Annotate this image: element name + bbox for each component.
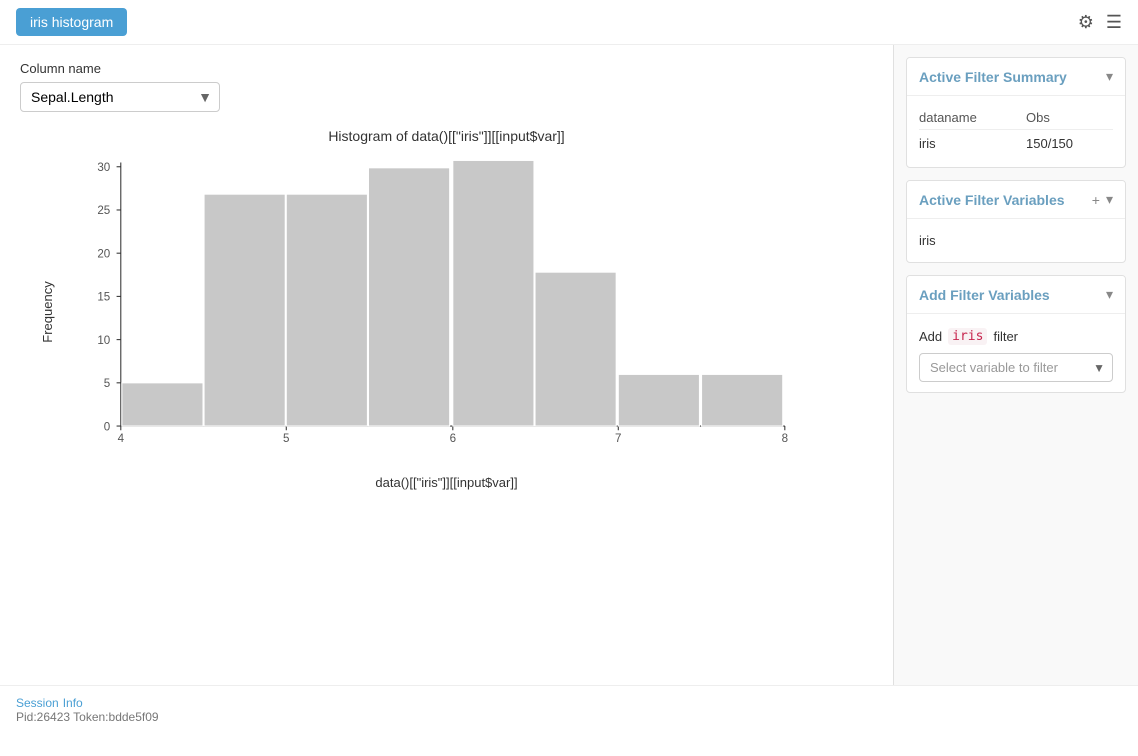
- main-layout: Column name Sepal.Length Sepal.Width Pet…: [0, 45, 1138, 685]
- active-filter-variables-body: iris: [907, 219, 1125, 262]
- col-obs: Obs: [1026, 106, 1113, 130]
- session-info-row: Session Info: [16, 696, 1122, 710]
- svg-text:15: 15: [97, 292, 110, 304]
- column-dropdown-wrapper: Sepal.Length Sepal.Width Petal.Length Pe…: [20, 82, 220, 112]
- svg-text:25: 25: [97, 205, 110, 217]
- chart-panel: Column name Sepal.Length Sepal.Width Pet…: [0, 45, 893, 685]
- chart-title: Histogram of data()[["iris"]][[input$var…: [47, 128, 847, 144]
- active-filter-summary-header: Active Filter Summary ▾: [907, 58, 1125, 96]
- menu-icon[interactable]: ☰: [1106, 12, 1122, 33]
- active-filter-variables-title: Active Filter Variables: [919, 192, 1065, 208]
- header-icons: ⚙ ☰: [1078, 12, 1122, 33]
- variable-select-wrapper: Select variable to filter ▼: [919, 353, 1113, 382]
- table-row: iris 150/150: [919, 130, 1113, 158]
- app-header: iris histogram ⚙ ☰: [0, 0, 1138, 45]
- svg-text:10: 10: [97, 335, 110, 347]
- add-filter-variables-body: Add iris filter Select variable to filte…: [907, 314, 1125, 392]
- plus-icon[interactable]: +: [1092, 192, 1100, 208]
- svg-text:20: 20: [97, 248, 110, 260]
- column-dropdown[interactable]: Sepal.Length Sepal.Width Petal.Length Pe…: [20, 82, 220, 112]
- add-filter-variables-header: Add Filter Variables ▾: [907, 276, 1125, 314]
- active-filter-summary-body: dataname Obs iris 150/150: [907, 96, 1125, 167]
- iris-code-badge: iris: [948, 328, 987, 345]
- x-axis-label: data()[["iris"]][[input$var]]: [47, 475, 847, 490]
- session-link[interactable]: Session: [16, 696, 59, 710]
- add-filter-row: Add iris filter: [919, 324, 1113, 353]
- app-title-button[interactable]: iris histogram: [16, 8, 127, 36]
- svg-text:0: 0: [103, 421, 109, 433]
- row-obs: 150/150: [1026, 130, 1113, 158]
- histogram-svg: 0 5 10 15 20 25: [47, 152, 827, 468]
- gear-icon[interactable]: ⚙: [1078, 12, 1094, 33]
- info-link[interactable]: Info: [63, 696, 83, 710]
- chart-container: Histogram of data()[["iris"]][[input$var…: [47, 128, 847, 490]
- svg-text:6: 6: [449, 433, 455, 445]
- active-filter-variables-header: Active Filter Variables + ▾: [907, 181, 1125, 219]
- footer: Session Info Pid:26423 Token:bdde5f09: [0, 685, 1138, 745]
- active-filter-variables-card: Active Filter Variables + ▾ iris: [906, 180, 1126, 263]
- active-filter-summary-title: Active Filter Summary: [919, 69, 1067, 85]
- filter-summary-table: dataname Obs iris 150/150: [919, 106, 1113, 157]
- add-filter-variables-card: Add Filter Variables ▾ Add iris filter S…: [906, 275, 1126, 393]
- svg-text:4: 4: [117, 433, 124, 445]
- svg-text:7: 7: [615, 433, 621, 445]
- y-axis-label: Frequency: [40, 281, 55, 342]
- variable-select[interactable]: Select variable to filter: [919, 353, 1113, 382]
- svg-text:8: 8: [781, 433, 787, 445]
- add-filter-variables-title: Add Filter Variables: [919, 287, 1050, 303]
- svg-text:5: 5: [283, 433, 289, 445]
- row-dataname: iris: [919, 130, 1026, 158]
- histogram-wrapper: Frequency 0 5 10: [47, 152, 827, 471]
- pid-token: Pid:26423 Token:bdde5f09: [16, 710, 1122, 724]
- active-filter-summary-icons: ▾: [1106, 68, 1113, 85]
- right-panel: Active Filter Summary ▾ dataname Obs: [893, 45, 1138, 685]
- column-name-label: Column name: [20, 61, 873, 76]
- svg-text:5: 5: [103, 378, 109, 390]
- svg-text:30: 30: [97, 162, 110, 174]
- add-label: Add: [919, 329, 942, 344]
- filter-label: filter: [993, 329, 1018, 344]
- chevron-down-icon-2[interactable]: ▾: [1106, 191, 1113, 208]
- chevron-down-icon[interactable]: ▾: [1106, 68, 1113, 85]
- chevron-down-icon-3[interactable]: ▾: [1106, 286, 1113, 303]
- filter-variable-iris: iris: [919, 229, 1113, 252]
- add-filter-variables-icons: ▾: [1106, 286, 1113, 303]
- active-filter-variables-icons: + ▾: [1092, 191, 1113, 208]
- active-filter-summary-card: Active Filter Summary ▾ dataname Obs: [906, 57, 1126, 168]
- col-dataname: dataname: [919, 106, 1026, 130]
